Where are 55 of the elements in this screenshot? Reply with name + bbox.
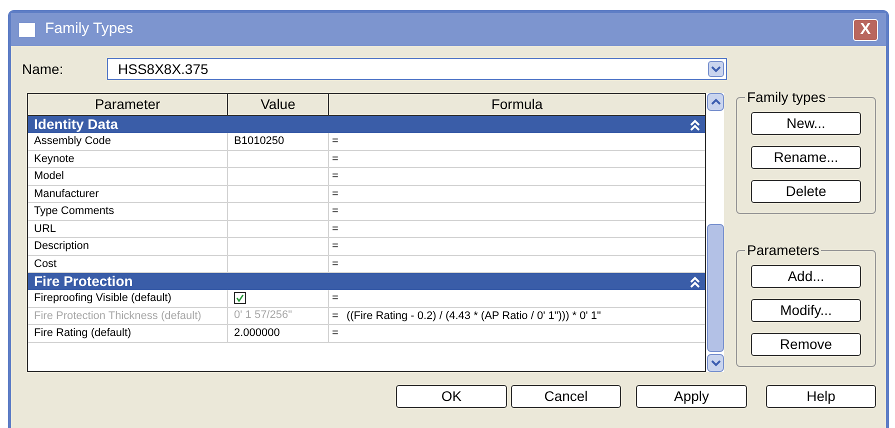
- equals-sign: =: [332, 256, 338, 272]
- equals-sign: =: [332, 308, 338, 324]
- window-icon: [19, 22, 35, 36]
- parameter-cell: Fireproofing Visible (default): [28, 290, 228, 306]
- column-header[interactable]: Parameter: [28, 94, 228, 115]
- equals-sign: =: [332, 222, 338, 236]
- equals-sign: =: [332, 326, 338, 341]
- equals-sign: =: [332, 239, 338, 254]
- checkbox[interactable]: [234, 292, 246, 304]
- dialog-button[interactable]: Add...: [751, 265, 861, 288]
- dialog-button[interactable]: Cancel: [511, 385, 621, 408]
- close-button[interactable]: X: [853, 18, 878, 40]
- scroll-thumb[interactable]: [707, 224, 724, 352]
- formula-text: ((Fire Rating - 0.2) / (4.43 * (AP Ratio / 0' 1"))) * 0' 1": [346, 308, 601, 324]
- scrollbar[interactable]: [706, 93, 724, 372]
- dialog-button[interactable]: Help: [766, 385, 876, 408]
- dialog-button[interactable]: Remove: [751, 333, 861, 356]
- dialog-button[interactable]: Apply: [636, 385, 747, 408]
- window-title: Family Types: [45, 19, 134, 40]
- dialog-button[interactable]: OK: [396, 385, 507, 408]
- dialog-button[interactable]: Modify...: [751, 299, 861, 322]
- parameter-cell: Description: [28, 238, 228, 254]
- value-cell-text: 2.000000: [234, 326, 280, 341]
- parameter-cell: Cost: [28, 256, 228, 272]
- name-dropdown[interactable]: HSS8X8X.375: [107, 58, 727, 80]
- scroll-up-icon[interactable]: [707, 93, 724, 111]
- name-label: Name:: [22, 60, 64, 78]
- parameter-cell: Type Comments: [28, 203, 228, 220]
- scroll-down-icon[interactable]: [707, 354, 724, 372]
- value-cell-text: B1010250: [234, 134, 284, 149]
- value-cell-text: 0' 1 57/256": [234, 308, 292, 324]
- parameter-cell: Fire Rating (default): [28, 325, 228, 342]
- collapse-icon: [689, 118, 701, 130]
- column-header[interactable]: Value: [228, 94, 329, 115]
- group-title: Family types: [745, 89, 828, 105]
- parameter-cell: URL: [28, 220, 228, 237]
- equals-sign: =: [332, 291, 338, 306]
- equals-sign: =: [332, 152, 338, 166]
- dialog-button[interactable]: Delete: [751, 180, 861, 203]
- parameter-cell: Fire Protection Thickness (default): [28, 308, 228, 324]
- equals-sign: =: [332, 186, 338, 202]
- collapse-icon: [689, 276, 701, 288]
- group-header[interactable]: Identity Data: [28, 116, 705, 133]
- parameter-cell: Model: [28, 168, 228, 184]
- equals-sign: =: [332, 134, 338, 149]
- column-header[interactable]: Formula: [329, 94, 705, 115]
- parameter-cell: Manufacturer: [28, 186, 228, 202]
- equals-sign: =: [332, 169, 338, 184]
- equals-sign: =: [332, 204, 338, 219]
- group-title: Parameters: [745, 242, 822, 258]
- parameter-cell: Assembly Code: [28, 133, 228, 150]
- dialog-button[interactable]: New...: [751, 112, 861, 135]
- group-header[interactable]: Fire Protection: [28, 273, 705, 290]
- parameter-cell: Keynote: [28, 150, 228, 167]
- dialog-button[interactable]: Rename...: [751, 146, 861, 169]
